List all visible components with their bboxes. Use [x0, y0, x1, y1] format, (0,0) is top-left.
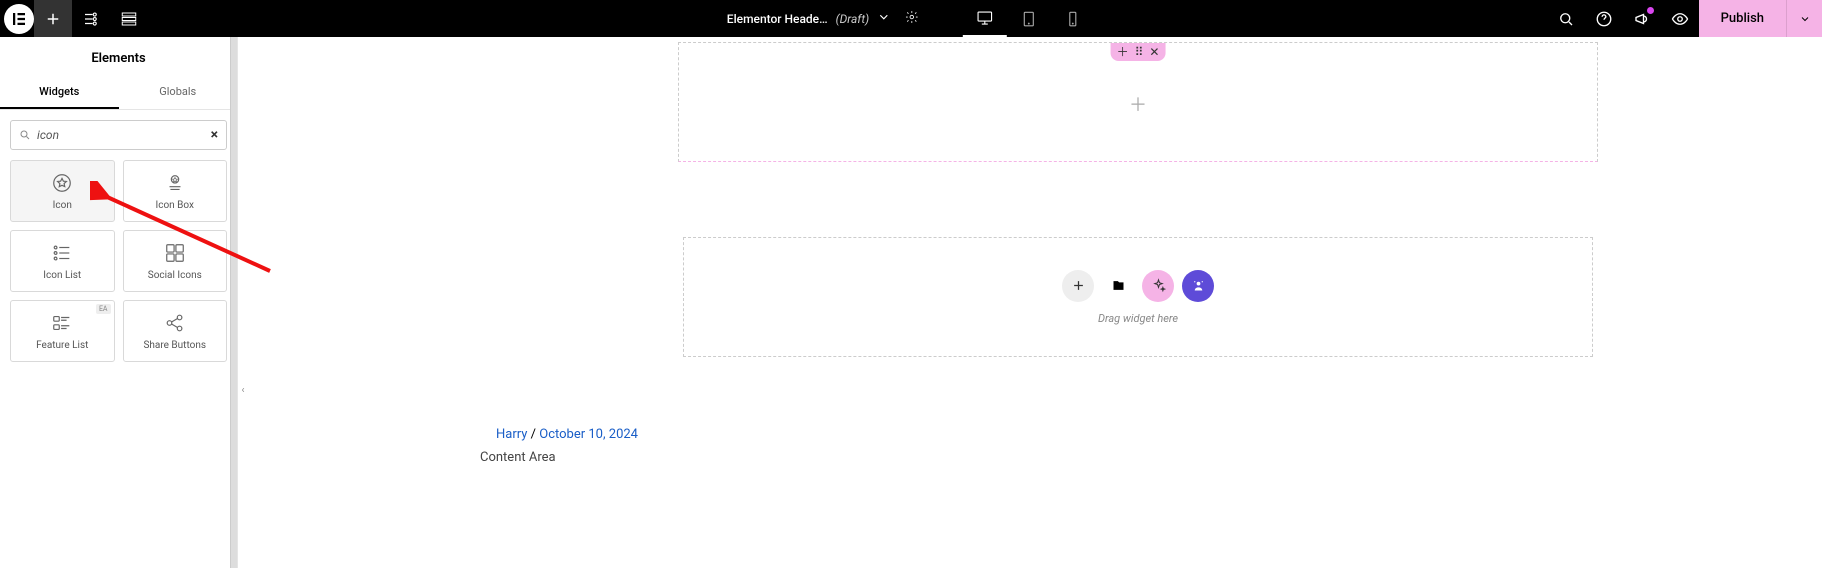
- tab-globals[interactable]: Globals: [119, 76, 238, 109]
- empty-drop-zone[interactable]: Drag widget here: [683, 237, 1593, 357]
- share-icon: [162, 312, 188, 334]
- widget-label: Feature List: [36, 340, 88, 351]
- widget-feature-list[interactable]: EA Feature List: [10, 300, 115, 362]
- device-desktop-tab[interactable]: [963, 0, 1007, 37]
- section-container[interactable]: ＋ ⠿ ✕ ＋: [678, 42, 1598, 162]
- ai-button[interactable]: [1182, 270, 1214, 302]
- feature-list-icon: [49, 312, 75, 334]
- widget-label: Icon Box: [156, 200, 194, 211]
- notification-dot-icon: [1647, 7, 1654, 14]
- widget-share-buttons[interactable]: Share Buttons: [123, 300, 228, 362]
- icon-list-icon: [49, 242, 75, 264]
- elementor-logo[interactable]: [4, 4, 34, 34]
- add-template-button[interactable]: [1102, 270, 1134, 302]
- widget-label: Icon List: [43, 270, 81, 281]
- editor-canvas[interactable]: ＋ ⠿ ✕ ＋ Drag widget here Harry / October…: [238, 37, 1822, 568]
- tab-widgets[interactable]: Widgets: [0, 76, 119, 109]
- responsive-device-tabs: [963, 0, 1095, 37]
- icon-box-icon: [162, 172, 188, 194]
- widget-icon[interactable]: Icon: [10, 160, 115, 222]
- widget-search-box: ×: [10, 120, 227, 150]
- add-column-button[interactable]: ＋: [1129, 91, 1147, 117]
- social-icons-icon: [162, 242, 188, 264]
- document-status: (Draft): [836, 12, 870, 26]
- panel-subtabs: Widgets Globals: [0, 76, 237, 110]
- document-settings-button[interactable]: [905, 10, 919, 27]
- document-title-dropdown[interactable]: Elementor Heade… (Draft): [727, 10, 891, 27]
- add-section-button[interactable]: [1062, 270, 1094, 302]
- post-author-link[interactable]: Harry: [496, 427, 527, 442]
- widget-label: Social Icons: [148, 270, 202, 281]
- widget-search-input[interactable]: [37, 128, 211, 142]
- ai-layout-button[interactable]: [1142, 270, 1174, 302]
- post-meta: Harry / October 10, 2024: [496, 427, 638, 442]
- publish-options-button[interactable]: [1786, 0, 1822, 37]
- publish-button[interactable]: Publish: [1699, 0, 1786, 37]
- search-icon: [19, 129, 31, 141]
- help-button[interactable]: [1585, 0, 1623, 37]
- content-area-label: Content Area: [480, 450, 556, 465]
- site-settings-button[interactable]: [72, 0, 110, 37]
- device-tablet-tab[interactable]: [1007, 0, 1051, 37]
- widget-label: Icon: [53, 200, 72, 211]
- add-element-button[interactable]: [34, 0, 72, 37]
- widget-icon-box[interactable]: Icon Box: [123, 160, 228, 222]
- star-icon: [49, 172, 75, 194]
- panel-title: Elements: [0, 37, 237, 76]
- widget-icon-list[interactable]: Icon List: [10, 230, 115, 292]
- finder-search-button[interactable]: [1547, 0, 1585, 37]
- structure-button[interactable]: [110, 0, 148, 37]
- preview-button[interactable]: [1661, 0, 1699, 37]
- ea-badge: EA: [96, 304, 111, 314]
- chevron-down-icon: [877, 10, 891, 27]
- whats-new-button[interactable]: [1623, 0, 1661, 37]
- elements-panel: Elements Widgets Globals × Icon Icon Box: [0, 37, 238, 568]
- section-add-button[interactable]: ＋: [1117, 46, 1129, 58]
- post-date-link[interactable]: October 10, 2024: [539, 427, 638, 442]
- widget-social-icons[interactable]: Social Icons: [123, 230, 228, 292]
- search-clear-button[interactable]: ×: [211, 127, 218, 143]
- document-title: Elementor Heade…: [727, 12, 828, 26]
- widget-label: Share Buttons: [143, 340, 206, 351]
- section-delete-button[interactable]: ✕: [1149, 46, 1159, 58]
- top-bar: Elementor Heade… (Draft) Publish: [0, 0, 1822, 37]
- panel-collapse-handle[interactable]: ‹: [238, 380, 248, 400]
- drop-hint-text: Drag widget here: [1098, 312, 1178, 325]
- section-drag-handle[interactable]: ⠿: [1135, 46, 1144, 58]
- section-handle: ＋ ⠿ ✕: [1111, 43, 1166, 61]
- device-mobile-tab[interactable]: [1051, 0, 1095, 37]
